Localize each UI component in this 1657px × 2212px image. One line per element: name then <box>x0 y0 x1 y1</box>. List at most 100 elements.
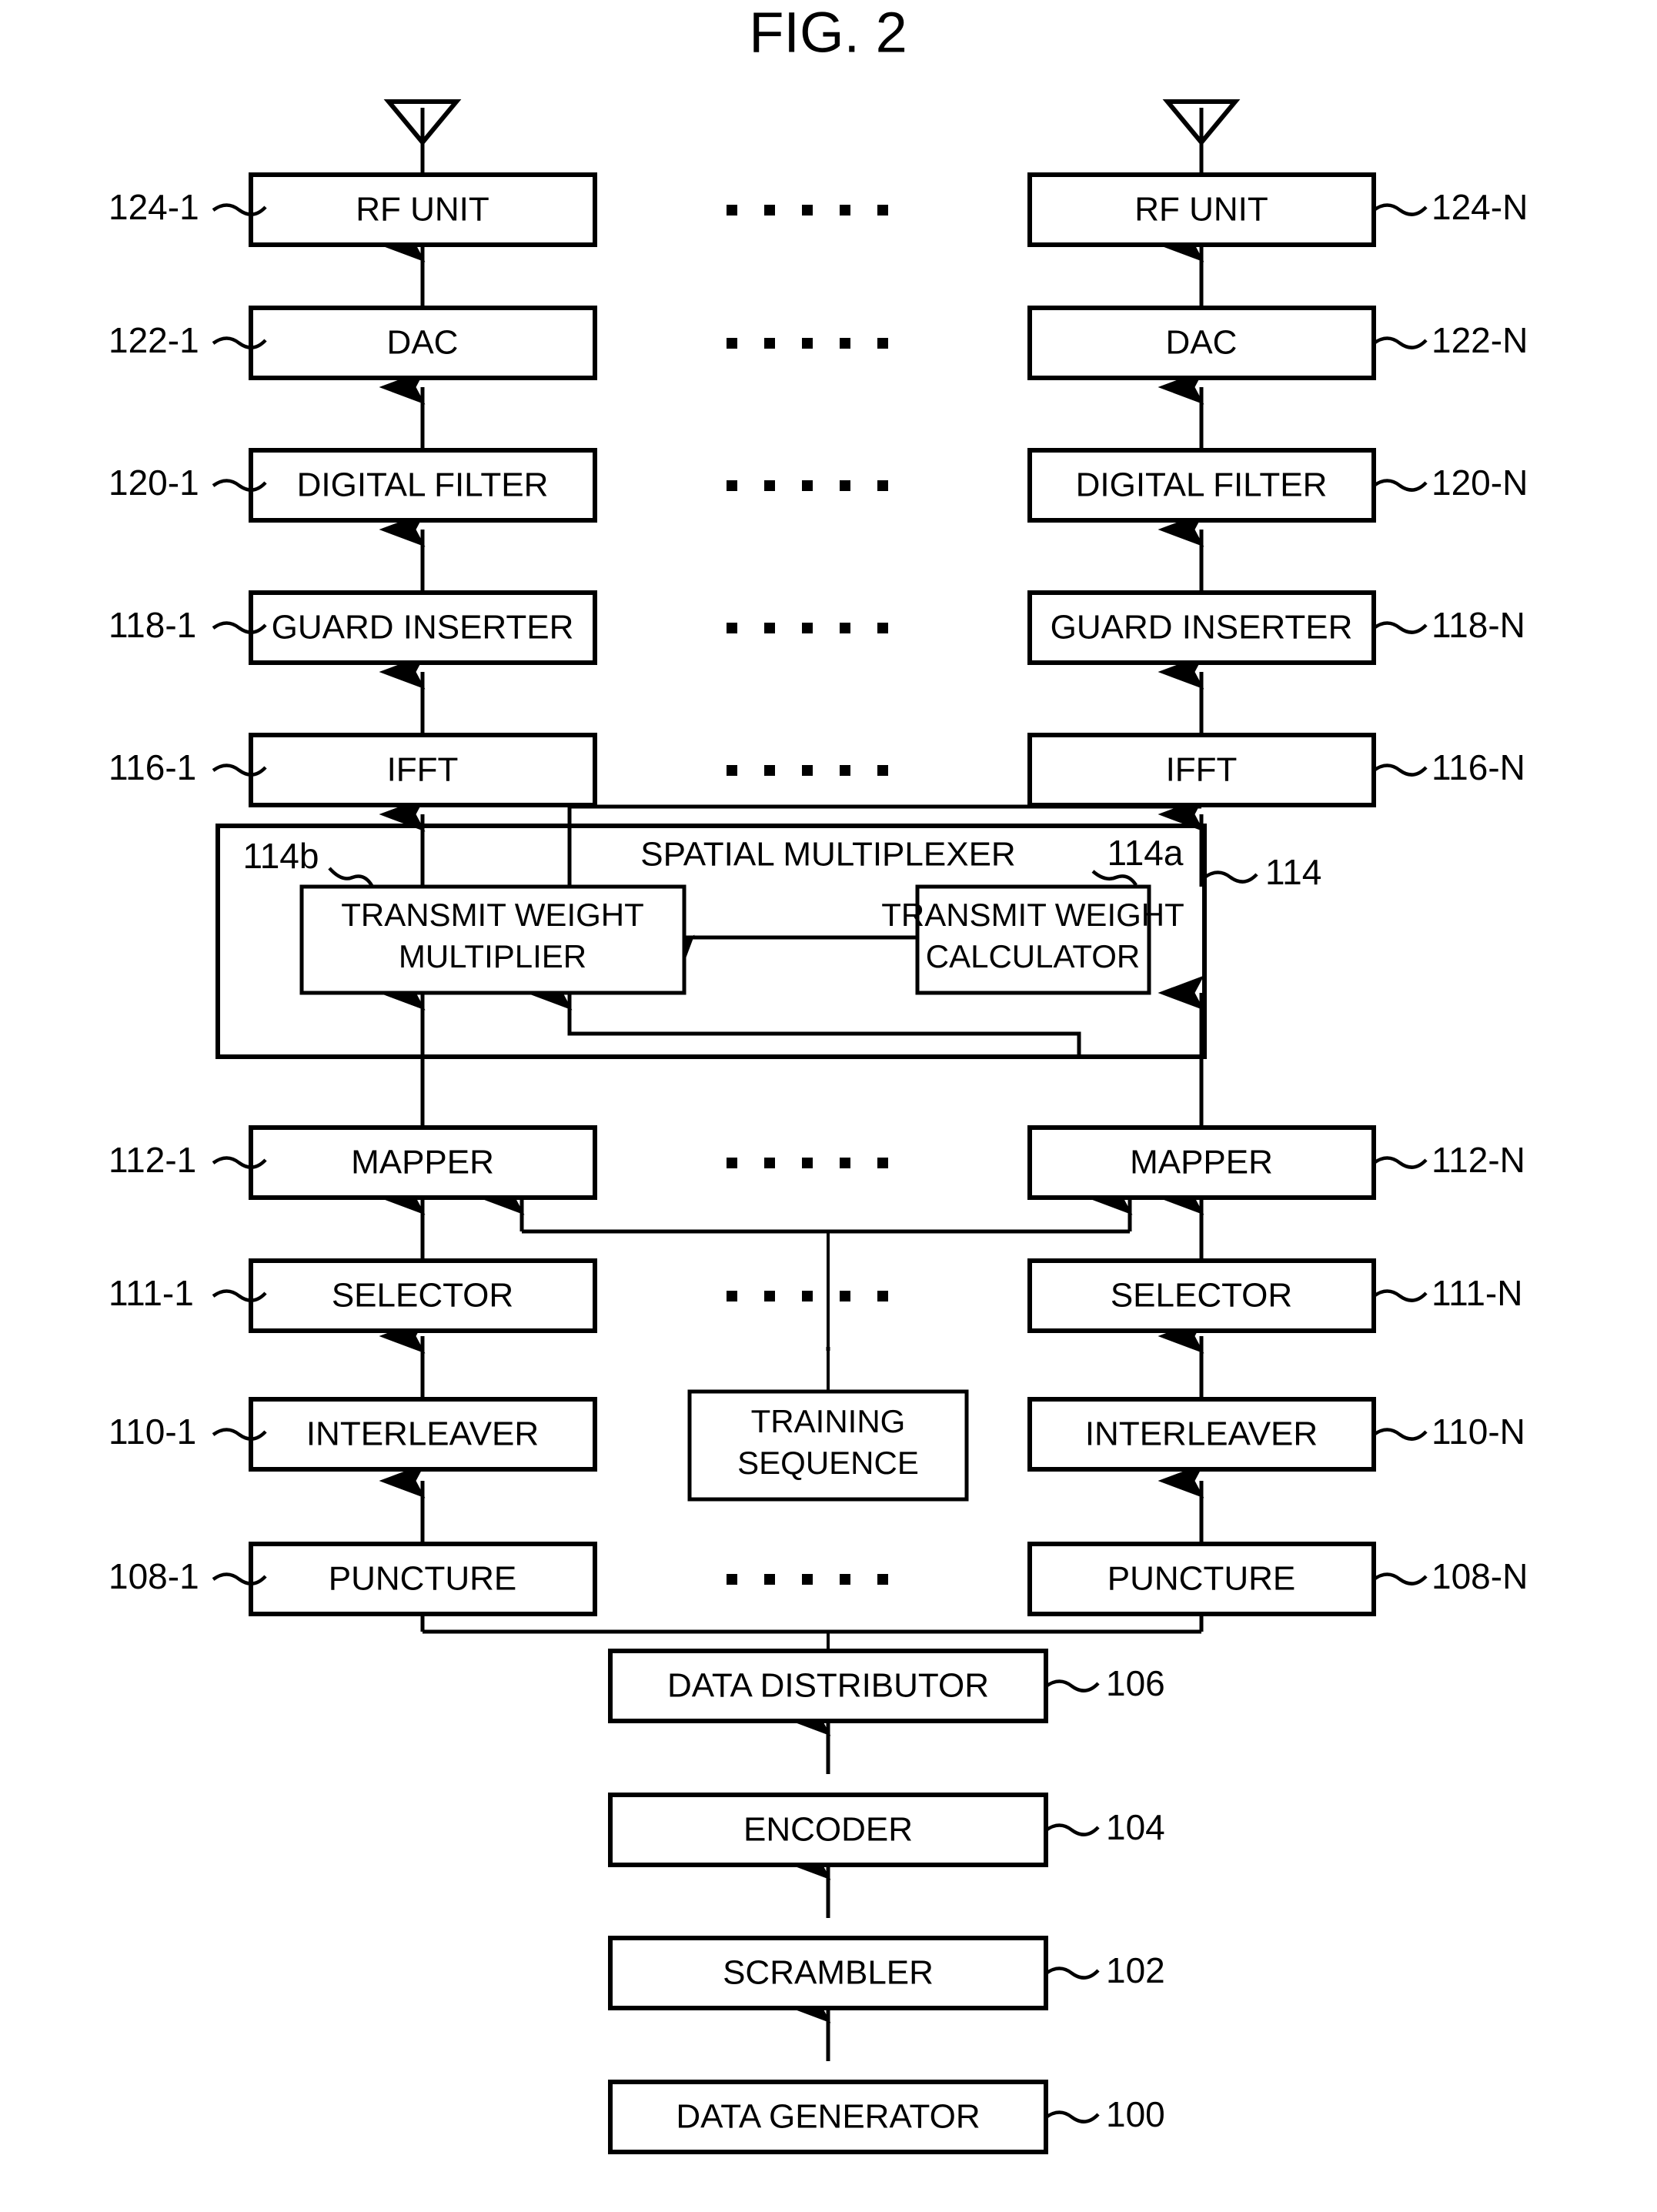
block-label: IFFT <box>387 751 459 789</box>
ref-lead <box>1372 1572 1428 1585</box>
block-ifft-left[interactable]: IFFT <box>249 733 597 807</box>
figure-canvas: FIG. 2 RF UNIT 124-1 DAC 122-1 DIGITAL F… <box>0 0 1657 2212</box>
ref-lead <box>1372 203 1428 216</box>
antenna-icon <box>383 99 462 175</box>
ref-108-N: 108-N <box>1432 1556 1528 1596</box>
block-label: INTERLEAVER <box>306 1415 539 1453</box>
ref-122-1: 122-1 <box>109 320 199 360</box>
ref-lead <box>1372 1428 1428 1441</box>
block-scrambler[interactable]: SCRAMBLER <box>608 1936 1048 2010</box>
block-puncture-left[interactable]: PUNCTURE <box>249 1542 597 1616</box>
block-label-line2: SEQUENCE <box>737 1445 919 1481</box>
block-label: DAC <box>1166 324 1238 362</box>
spatial-multiplexer-title: SPATIAL MULTIPLEXER <box>640 836 1015 874</box>
block-label: DIGITAL FILTER <box>1076 466 1328 504</box>
ref-lead <box>1372 479 1428 492</box>
block-transmit-weight-multiplier[interactable]: TRANSMIT WEIGHT MULTIPLIER <box>299 884 687 995</box>
block-guard-inserter-left[interactable]: GUARD INSERTER <box>249 590 597 665</box>
block-ifft-right[interactable]: IFFT <box>1027 733 1376 807</box>
block-label: GUARD INSERTER <box>272 609 574 647</box>
block-label: DAC <box>387 324 459 362</box>
ref-120-N: 120-N <box>1432 463 1528 503</box>
ref-lead <box>1372 621 1428 634</box>
ref-lead <box>1044 1679 1100 1692</box>
multiplier-input-arrows <box>379 975 573 1034</box>
block-label-line2: MULTIPLIER <box>399 938 586 974</box>
block-label: MAPPER <box>351 1144 494 1181</box>
ref-112-1: 112-1 <box>109 1140 196 1180</box>
block-puncture-right[interactable]: PUNCTURE <box>1027 1542 1376 1616</box>
block-selector-left[interactable]: SELECTOR <box>249 1258 597 1333</box>
ellipsis-row <box>727 205 888 216</box>
ref-lead <box>1091 870 1138 887</box>
ref-100: 100 <box>1106 2094 1165 2134</box>
block-data-generator[interactable]: DATA GENERATOR <box>608 2080 1048 2154</box>
ref-106: 106 <box>1106 1663 1165 1703</box>
block-selector-right[interactable]: SELECTOR <box>1027 1258 1376 1333</box>
ellipsis-row <box>727 1574 888 1585</box>
ref-111-N: 111-N <box>1432 1273 1522 1313</box>
ref-lead <box>1372 336 1428 349</box>
block-label: IFFT <box>1166 751 1238 789</box>
block-label: SCRAMBLER <box>723 1954 934 1992</box>
block-transmit-weight-calculator[interactable]: TRANSMIT WEIGHT CALCULATOR <box>881 884 1184 995</box>
block-digital-filter-left[interactable]: DIGITAL FILTER <box>249 448 597 523</box>
antenna-icon <box>1162 99 1241 175</box>
ref-118-1: 118-1 <box>109 605 196 645</box>
block-guard-inserter-right[interactable]: GUARD INSERTER <box>1027 590 1376 665</box>
block-data-distributor[interactable]: DATA DISTRIBUTOR <box>608 1649 1048 1723</box>
block-encoder[interactable]: ENCODER <box>608 1793 1048 1867</box>
ellipsis-row <box>727 1291 888 1301</box>
ref-110-N: 110-N <box>1432 1412 1525 1452</box>
block-dac-left[interactable]: DAC <box>249 306 597 380</box>
block-label: RF UNIT <box>1134 191 1268 229</box>
block-label: RF UNIT <box>356 191 489 229</box>
ref-124-N: 124-N <box>1432 187 1528 227</box>
ref-118-N: 118-N <box>1432 605 1525 645</box>
block-label: PUNCTURE <box>1107 1560 1295 1598</box>
ref-122-N: 122-N <box>1432 320 1528 360</box>
block-interleaver-left[interactable]: INTERLEAVER <box>249 1397 597 1472</box>
ref-lead <box>1372 764 1428 777</box>
block-label-line1: TRANSMIT WEIGHT <box>881 897 1184 933</box>
ref-108-1: 108-1 <box>109 1556 199 1596</box>
block-label: SELECTOR <box>332 1277 513 1315</box>
ref-114a: 114a <box>1107 833 1184 873</box>
ref-116-1: 116-1 <box>109 747 196 787</box>
block-label: DATA GENERATOR <box>676 2098 980 2136</box>
block-dac-right[interactable]: DAC <box>1027 306 1376 380</box>
ref-lead <box>1044 2110 1100 2123</box>
ellipsis-row <box>727 480 888 491</box>
ref-lead <box>1372 1289 1428 1302</box>
block-interleaver-right[interactable]: INTERLEAVER <box>1027 1397 1376 1472</box>
block-label: PUNCTURE <box>329 1560 516 1598</box>
block-label: ENCODER <box>743 1811 913 1849</box>
ref-lead <box>1372 1156 1428 1169</box>
ref-104: 104 <box>1106 1807 1165 1847</box>
block-label: INTERLEAVER <box>1085 1415 1318 1453</box>
block-rf-unit-left[interactable]: RF UNIT <box>249 172 597 247</box>
ellipsis-row <box>727 765 888 776</box>
ref-lead <box>1203 870 1258 884</box>
patent-diagram: FIG. 2 RF UNIT 124-1 DAC 122-1 DIGITAL F… <box>109 1 1528 2154</box>
ref-114: 114 <box>1265 852 1321 892</box>
ellipsis-row <box>727 1158 888 1168</box>
block-label-line1: TRAINING <box>751 1403 906 1439</box>
block-label: GUARD INSERTER <box>1051 609 1353 647</box>
block-label: DIGITAL FILTER <box>297 466 549 504</box>
ref-lead <box>328 867 374 888</box>
ref-124-1: 124-1 <box>109 187 199 227</box>
block-label-line1: TRANSMIT WEIGHT <box>341 897 644 933</box>
block-training-sequence[interactable]: TRAINING SEQUENCE <box>687 1389 969 1502</box>
block-rf-unit-right[interactable]: RF UNIT <box>1027 172 1376 247</box>
page-title: FIG. 2 <box>749 1 907 65</box>
block-mapper-right[interactable]: MAPPER <box>1027 1125 1376 1200</box>
block-digital-filter-right[interactable]: DIGITAL FILTER <box>1027 448 1376 523</box>
ref-120-1: 120-1 <box>109 463 199 503</box>
ref-116-N: 116-N <box>1432 747 1525 787</box>
ref-lead <box>1044 1823 1100 1836</box>
ellipsis-row <box>727 623 888 633</box>
block-mapper-left[interactable]: MAPPER <box>249 1125 597 1200</box>
block-label-line2: CALCULATOR <box>926 938 1141 974</box>
ellipsis-row <box>727 338 888 349</box>
